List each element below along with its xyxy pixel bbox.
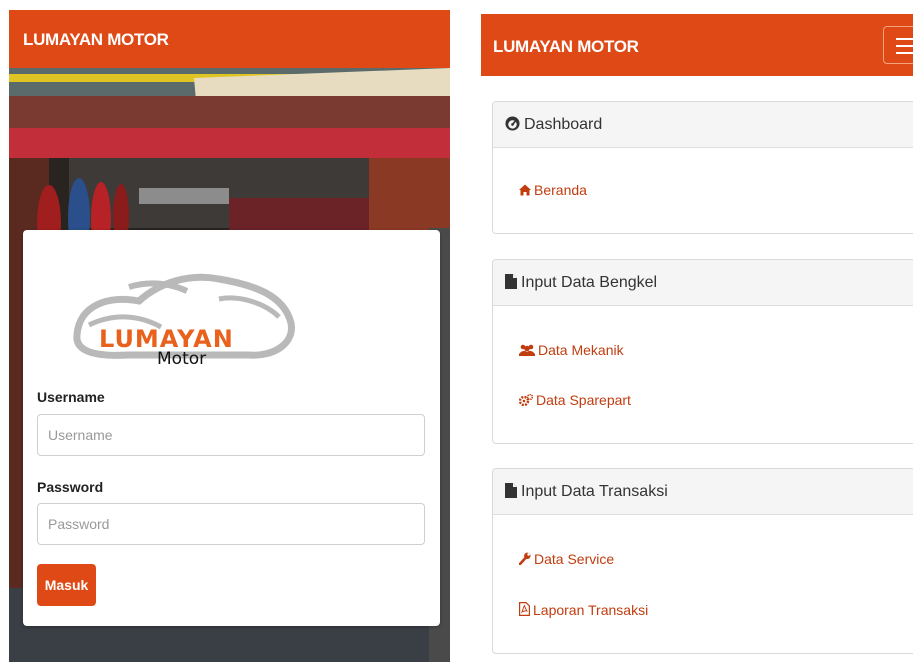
nav-link-data-service[interactable]: Data Service: [518, 551, 615, 567]
panel-heading: Dashboard: [493, 102, 913, 148]
nav-link-data-sparepart[interactable]: Data Sparepart: [518, 392, 631, 408]
panel-title-text: Dashboard: [524, 116, 603, 133]
menu-screen: LUMAYAN MOTOR Dashboard Beranda Input Da…: [481, 14, 913, 660]
nav-link-label: Data Service: [534, 551, 615, 567]
panel-heading: Input Data Bengkel: [493, 260, 913, 306]
brand-title[interactable]: LUMAYAN MOTOR: [23, 30, 169, 50]
dashboard-icon: [505, 116, 520, 131]
hamburger-bar: [896, 38, 913, 40]
nav-link-data-mekanik[interactable]: Data Mekanik: [519, 342, 624, 358]
svg-text:Motor: Motor: [157, 349, 206, 365]
nav-link-label: Data Mekanik: [538, 342, 624, 358]
navbar: LUMAYAN MOTOR: [481, 14, 913, 76]
panel-title-text: Input Data Bengkel: [521, 274, 658, 291]
nav-link-label: Beranda: [534, 182, 587, 198]
username-input[interactable]: [37, 414, 425, 456]
password-label: Password: [37, 479, 104, 495]
panel-input-data-transaksi: Input Data Transaksi Data Service Lapora…: [492, 468, 913, 654]
lumayan-motor-logo: LUMAYAN Motor: [73, 273, 295, 365]
login-button[interactable]: Masuk: [37, 564, 96, 606]
pdf-file-icon: [519, 602, 530, 616]
file-icon: [505, 274, 517, 289]
nav-link-label: Data Sparepart: [536, 392, 631, 408]
nav-link-beranda[interactable]: Beranda: [519, 182, 587, 198]
gears-icon: [518, 393, 534, 407]
username-label: Username: [37, 389, 105, 405]
home-icon: [519, 184, 531, 196]
panel-title: Input Data Transaksi: [505, 483, 668, 501]
panel-heading: Input Data Transaksi: [493, 469, 913, 515]
panel-input-data-bengkel: Input Data Bengkel Data Mekanik Data Spa…: [492, 259, 913, 444]
login-card: LUMAYAN Motor Username Password Masuk: [23, 230, 440, 626]
login-screen: LUMAYAN MOTOR LUMAYAN Motor Username Pas…: [9, 10, 450, 662]
navbar: LUMAYAN MOTOR: [9, 10, 450, 68]
hamburger-bar: [896, 52, 913, 54]
hamburger-menu-button[interactable]: [883, 26, 913, 64]
nav-link-label: Laporan Transaksi: [533, 602, 649, 618]
panel-title: Input Data Bengkel: [505, 274, 657, 292]
panel-title: Dashboard: [505, 116, 602, 134]
hamburger-bar: [896, 45, 913, 47]
panel-title-text: Input Data Transaksi: [521, 483, 668, 500]
panel-dashboard: Dashboard Beranda: [492, 101, 913, 234]
file-icon: [505, 483, 517, 498]
wrench-icon: [518, 552, 531, 566]
password-input[interactable]: [37, 503, 425, 545]
users-icon: [519, 344, 535, 356]
nav-link-laporan-transaksi[interactable]: Laporan Transaksi: [519, 602, 648, 618]
brand-title[interactable]: LUMAYAN MOTOR: [493, 37, 639, 57]
